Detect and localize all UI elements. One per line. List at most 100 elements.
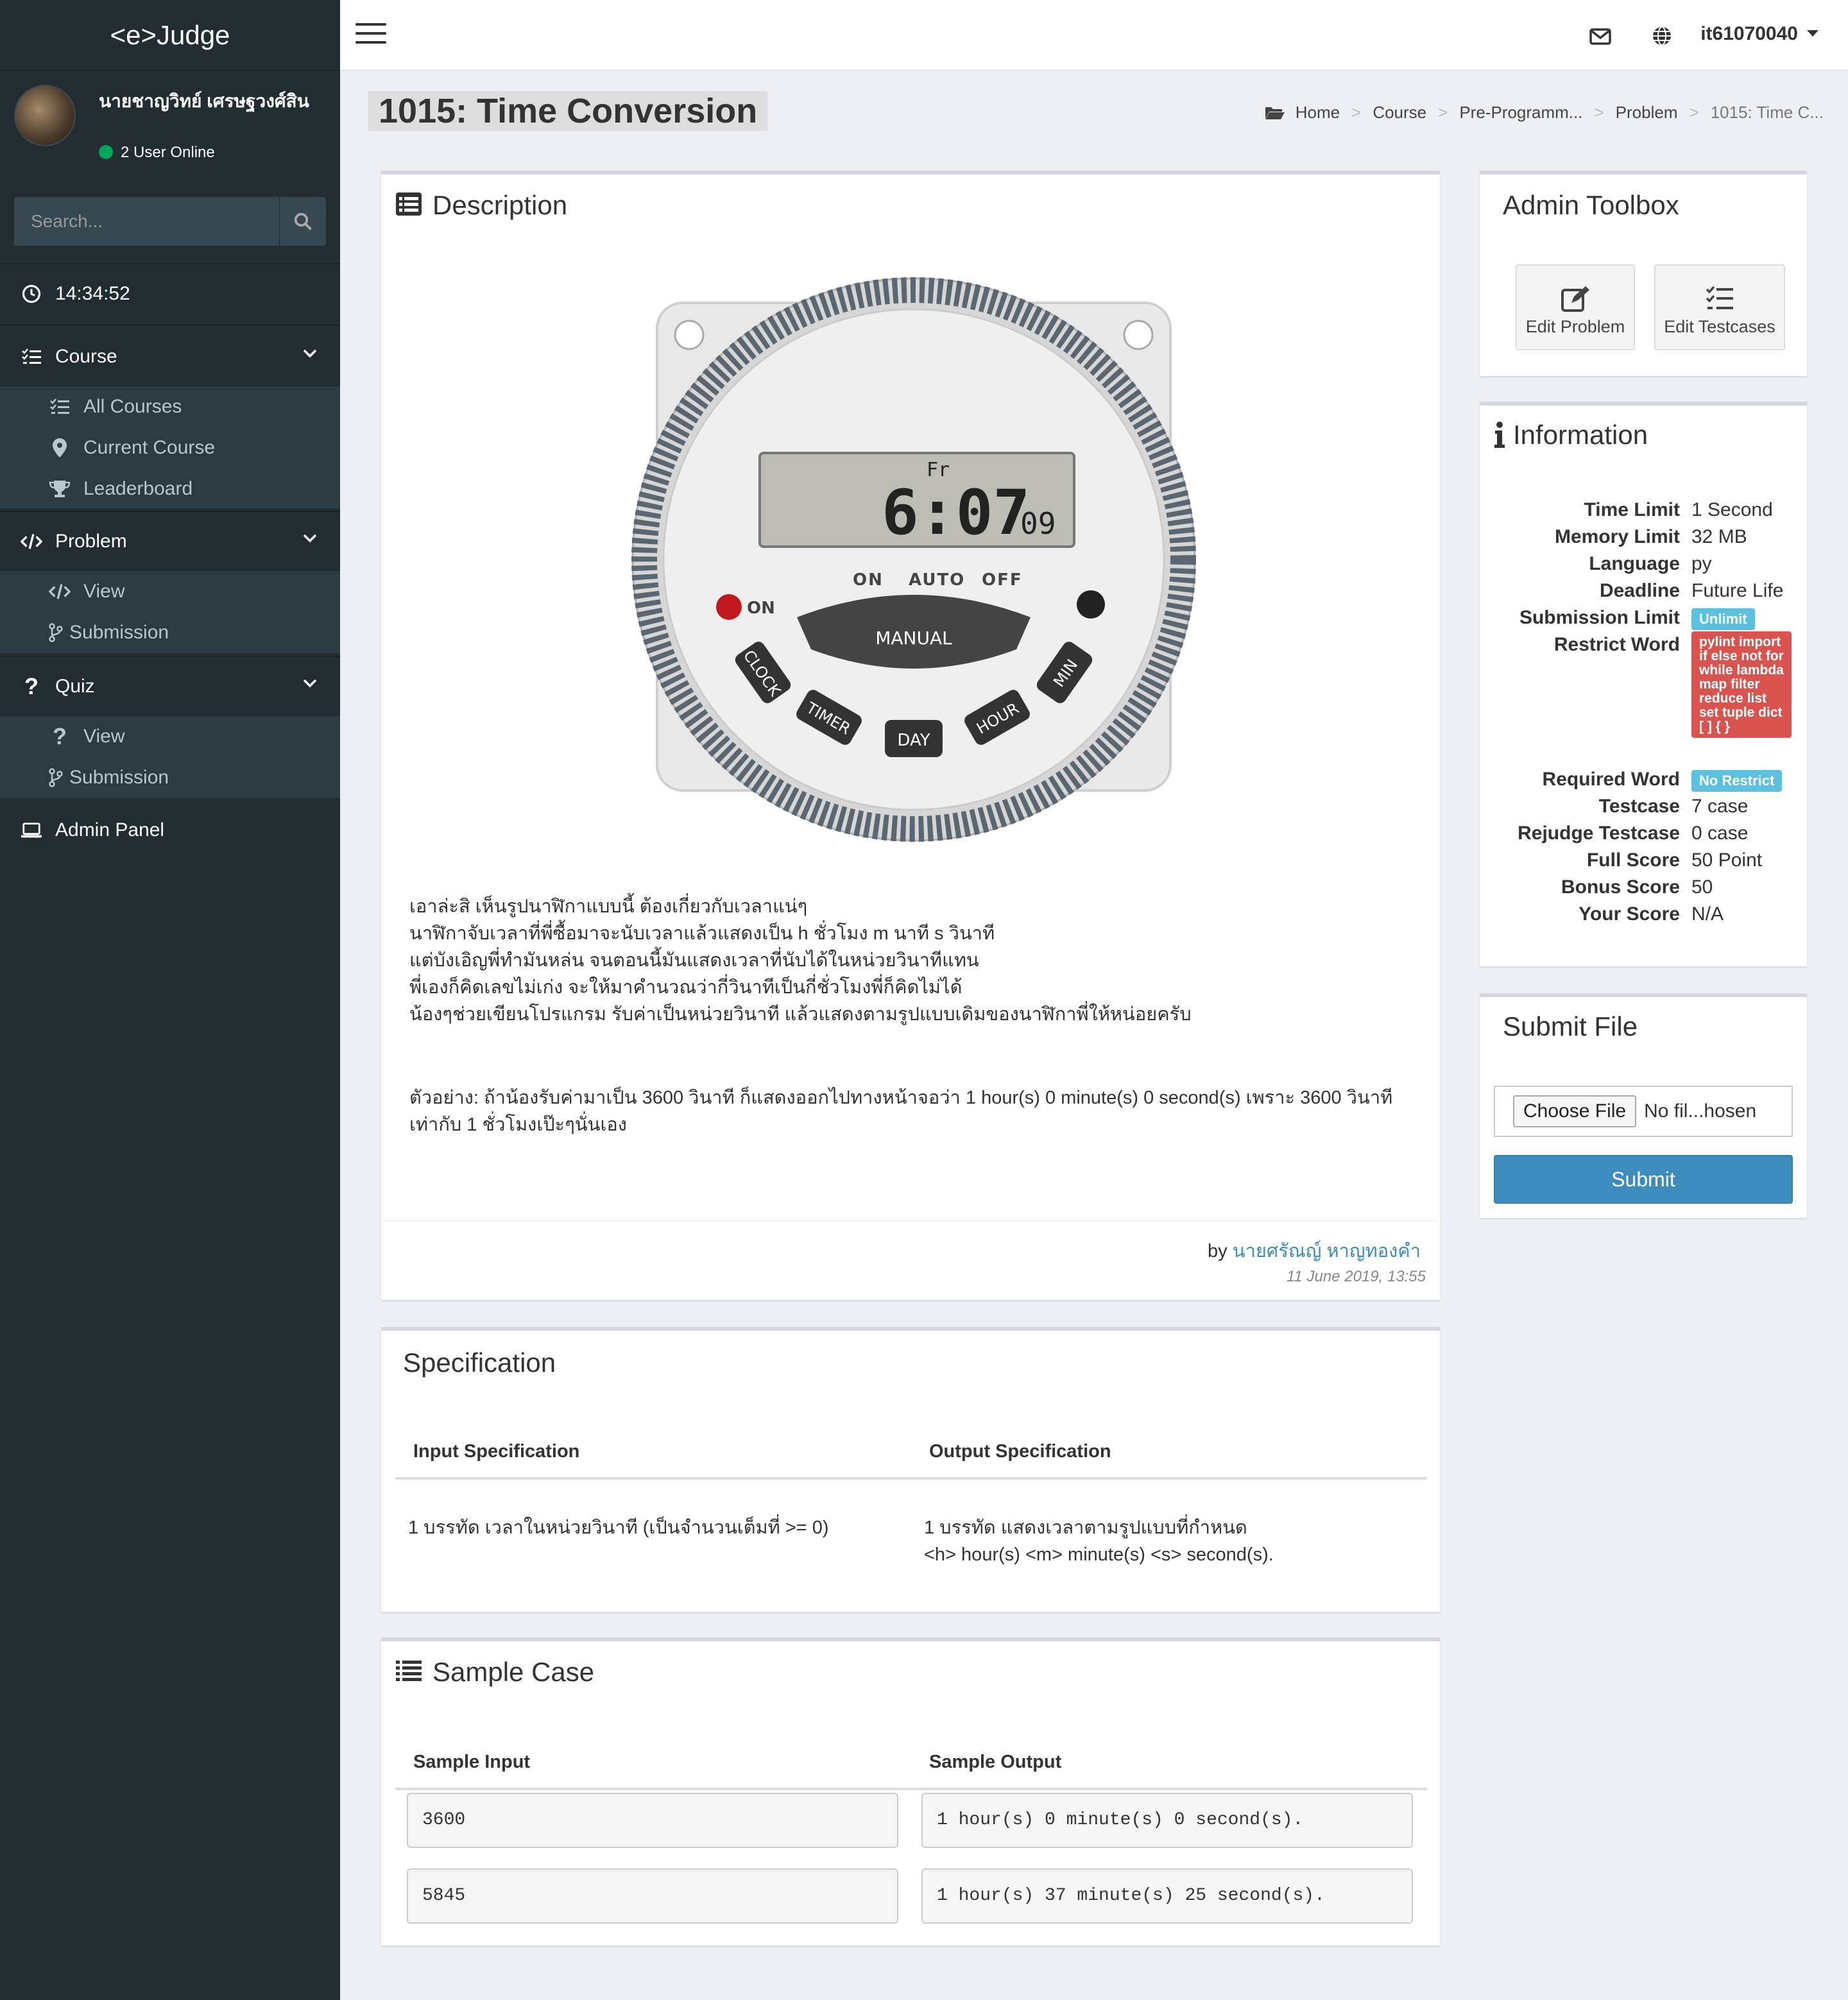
sample-table-header: Sample Input Sample Output (395, 1736, 1427, 1790)
edit-testcases-button[interactable]: Edit Testcases (1654, 264, 1785, 350)
info-value: Future Life (1691, 580, 1784, 601)
folder-open-icon (1265, 107, 1285, 119)
sample-case-box: Sample Case Sample Input Sample Output 3… (381, 1637, 1440, 1945)
list-icon (395, 1659, 422, 1686)
list-alt-icon (395, 192, 422, 219)
sidebar-item-label: Leaderboard (83, 478, 193, 499)
breadcrumb-separator: > (1594, 103, 1604, 122)
mode-on-label: ON (853, 570, 884, 590)
breadcrumb-separator: > (1689, 103, 1699, 122)
choose-file-button[interactable]: Choose File (1513, 1095, 1637, 1127)
description-line: แต่บังเอิญพี่ทำมันหล่น จนตอนนี้มันแสดงเว… (409, 950, 979, 971)
sidebar-item-problem-view[interactable]: View (0, 571, 340, 612)
breadcrumb-pre-programming[interactable]: Pre-Programm... (1459, 103, 1582, 123)
sidebar-item-quiz-view[interactable]: ? View (0, 716, 340, 757)
sample-input-1[interactable]: 3600 (407, 1793, 898, 1848)
tasks-icon (1706, 286, 1733, 309)
output-spec-line: 1 บรรทัด แสดงเวลาตามรูปแบบที่กำหนด (924, 1517, 1247, 1538)
info-icon (1494, 422, 1507, 449)
day-label: DAY (897, 731, 930, 750)
top-navbar: it61070040 (340, 0, 1848, 71)
sample-output-header: Sample Output (911, 1736, 1427, 1790)
sidebar-clock: 14:34:52 (0, 263, 340, 325)
sidebar-item-all-courses[interactable]: All Courses (0, 386, 340, 427)
sidebar-item-problem[interactable]: Problem (0, 511, 340, 572)
sample-output-2[interactable]: 1 hour(s) 37 minute(s) 25 second(s). (921, 1868, 1413, 1924)
app-logo[interactable]: <e>Judge (0, 0, 340, 71)
breadcrumb-course[interactable]: Course (1373, 103, 1426, 123)
file-input[interactable]: Choose File No fil...hosen (1494, 1086, 1793, 1137)
sample-case-header: Sample Case (395, 1657, 594, 1688)
description-title: Description (432, 190, 568, 220)
info-rejudge-testcase: Rejudge Testcase 0 case (1480, 823, 1807, 850)
tasks-icon (21, 346, 42, 368)
admin-toolbox-box: Admin Toolbox Edit Problem Edit Testcase… (1480, 171, 1807, 376)
sidebar-search (14, 197, 326, 246)
description-line: น้องๆช่วยเขียนโปรแกรม รับค่าเป็นหน่วยวิน… (409, 1004, 1192, 1025)
info-testcase: Testcase 7 case (1480, 796, 1807, 823)
info-your-score: Your Score N/A (1480, 903, 1807, 930)
breadcrumb-separator: > (1351, 103, 1362, 122)
description-header: Description (395, 190, 567, 221)
sidebar-item-quiz[interactable]: ? Quiz (0, 656, 340, 717)
info-key: Time Limit (1584, 499, 1680, 520)
edit-icon (1561, 286, 1589, 312)
sidebar-item-current-course[interactable]: Current Course (0, 427, 340, 468)
description-box: Description Fr 6:07 09 ON AUTO OFF ON MA… (381, 171, 1445, 1300)
trophy-icon (49, 478, 71, 500)
input-spec-text: 1 บรรทัด เวลาในหน่วยวินาที (เป็นจำนวนเต็… (408, 1517, 829, 1538)
sidebar-item-label: Problem (55, 531, 127, 552)
chevron-down-icon (303, 349, 317, 358)
restrict-word-badge: pylint import if else not for while lamb… (1691, 631, 1792, 738)
lcd-time: 6:07 (882, 477, 1030, 549)
post-date: 11 June 2019, 13:55 (1286, 1268, 1426, 1285)
submit-button[interactable]: Submit (1494, 1155, 1793, 1204)
sidebar-item-label: View (83, 581, 125, 602)
hamburger-menu-icon[interactable] (355, 23, 386, 46)
info-key: Language (1589, 553, 1680, 574)
search-button[interactable] (279, 197, 326, 246)
code-icon (49, 581, 71, 603)
info-key: Required Word (1542, 769, 1680, 790)
page-title: 1015: Time Conversion (368, 91, 768, 131)
submit-file-box: Submit File Choose File No fil...hosen S… (1480, 993, 1807, 1218)
output-spec-cell: 1 บรรทัด แสดงเวลาตามรูปแบบที่กำหนด <h> h… (911, 1478, 1427, 1584)
edit-problem-button[interactable]: Edit Problem (1516, 264, 1635, 350)
no-restrict-badge: No Restrict (1691, 770, 1783, 792)
search-icon (294, 212, 312, 230)
sample-output-1[interactable]: 1 hour(s) 0 minute(s) 0 second(s). (921, 1793, 1413, 1848)
description-footer-divider (381, 1220, 1445, 1221)
info-submission-limit: Submission Limit Unlimit (1480, 607, 1807, 634)
timer-switch-image: Fr 6:07 09 ON AUTO OFF ON MANUAL CLOCK T… (631, 277, 1196, 842)
search-input[interactable] (14, 197, 279, 246)
info-key: Submission Limit (1519, 607, 1680, 628)
online-dot-icon (99, 145, 113, 159)
sidebar-item-label: All Courses (83, 396, 182, 417)
top-username: it61070040 (1700, 23, 1798, 44)
caret-down-icon (1807, 30, 1818, 37)
sidebar-item-problem-submission[interactable]: Submission (0, 612, 340, 653)
mount-hole (674, 320, 705, 350)
breadcrumb-problem[interactable]: Problem (1616, 103, 1678, 123)
input-spec-header: Input Specification (395, 1426, 911, 1480)
info-value: Unlimit (1691, 607, 1755, 630)
author-link[interactable]: นายศรัณญ์ หาญทองคำ (1233, 1241, 1421, 1261)
sidebar-item-leaderboard[interactable]: Leaderboard (0, 468, 340, 509)
sample-input-2[interactable]: 5845 (407, 1868, 898, 1924)
example-line: ตัวอย่าง: ถ้าน้องรับค่ามาเป็น 3600 วินาท… (409, 1088, 1393, 1108)
lcd-seconds: 09 (1020, 506, 1056, 541)
sidebar-item-admin-panel[interactable]: Admin Panel (0, 799, 340, 861)
info-key: Bonus Score (1561, 876, 1680, 898)
online-count: 2 User Online (121, 144, 215, 161)
code-branch-icon (49, 622, 63, 644)
breadcrumb-home[interactable]: Home (1296, 103, 1340, 123)
sidebar-item-quiz-submission[interactable]: Submission (0, 757, 340, 798)
globe-icon[interactable] (1649, 23, 1675, 49)
user-menu[interactable]: it61070040 (1700, 23, 1818, 45)
info-key: Your Score (1579, 903, 1680, 925)
clock-icon (21, 283, 42, 305)
sidebar-item-label: Submission (69, 767, 169, 788)
sidebar-item-course[interactable]: Course (0, 326, 340, 388)
envelope-icon[interactable] (1587, 23, 1613, 49)
info-time-limit: Time Limit 1 Second (1480, 499, 1807, 526)
